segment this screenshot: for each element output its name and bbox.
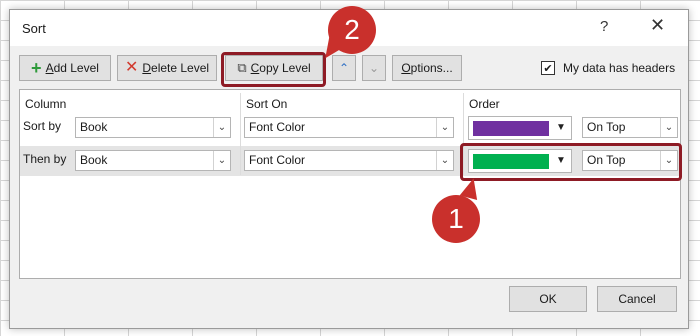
sort-on-dropdown[interactable]: Font Color ⌄: [244, 117, 454, 138]
marker-1-label: 1: [448, 203, 464, 234]
dialog-title: Sort: [22, 21, 46, 36]
column-dropdown-value: Book: [80, 153, 108, 167]
options-button[interactable]: Options...: [392, 55, 462, 81]
sort-on-header: Sort On: [246, 97, 288, 111]
options-key: O: [401, 61, 411, 75]
options-label: ptions...: [410, 61, 453, 75]
headers-checkbox-label: My data has headers: [563, 61, 676, 75]
chevron-down-icon: ⌄: [213, 151, 230, 170]
column-dropdown[interactable]: Book ⌄: [75, 150, 231, 171]
chevron-down-icon: ⌄: [436, 151, 453, 170]
ok-label: OK: [539, 292, 557, 306]
dropdown-arrow-icon: ▼: [556, 122, 566, 133]
delete-x-icon: ✕: [124, 59, 139, 76]
sort-levels-grid: Column Sort On Order Sort by Book ⌄ Font…: [19, 89, 681, 279]
row-label: Sort by: [23, 119, 62, 133]
delete-level-label: elete Level: [151, 61, 210, 75]
cancel-button[interactable]: Cancel: [597, 286, 677, 312]
add-level-key: A: [45, 61, 54, 75]
delete-level-key: D: [142, 61, 152, 75]
step-marker-2: 2: [328, 6, 376, 54]
close-button[interactable]: ✕: [650, 15, 665, 36]
color-swatch-purple: [473, 121, 549, 136]
column-dropdown-value: Book: [80, 120, 108, 134]
cancel-label: Cancel: [618, 292, 656, 306]
chevron-down-icon: ⌄: [368, 61, 380, 75]
help-button[interactable]: ?: [600, 18, 608, 35]
sort-on-value: Font Color: [249, 153, 306, 167]
add-level-label: dd Level: [53, 61, 99, 75]
add-level-button[interactable]: + Add Level: [19, 55, 111, 81]
sort-on-value: Font Color: [249, 120, 306, 134]
column-dropdown[interactable]: Book ⌄: [75, 117, 231, 138]
delete-level-button[interactable]: ✕ Delete Level: [117, 55, 217, 81]
column-header: Column: [25, 97, 67, 111]
position-dropdown[interactable]: On Top ⌄: [582, 117, 678, 138]
move-down-button[interactable]: ⌄: [362, 55, 386, 81]
column-separator: [240, 93, 241, 175]
chevron-up-icon: ⌃: [338, 61, 350, 75]
order-header: Order: [469, 97, 500, 111]
step-marker-1: 1: [432, 195, 480, 243]
row-label: Then by: [23, 152, 67, 166]
chevron-down-icon: ⌄: [213, 118, 230, 137]
sort-on-dropdown[interactable]: Font Color ⌄: [244, 150, 454, 171]
color-order-dropdown[interactable]: ▼: [468, 116, 572, 140]
plus-icon: +: [31, 58, 42, 78]
ok-button[interactable]: OK: [509, 286, 587, 312]
position-value: On Top: [587, 120, 626, 134]
highlight-box-order-row: [460, 143, 682, 181]
checkmark-icon: ✔: [543, 62, 553, 75]
marker-2-label: 2: [344, 14, 360, 45]
chevron-down-icon: ⌄: [660, 118, 677, 137]
highlight-box-copy-level: [221, 52, 326, 87]
chevron-down-icon: ⌄: [436, 118, 453, 137]
headers-checkbox[interactable]: ✔: [541, 61, 555, 75]
